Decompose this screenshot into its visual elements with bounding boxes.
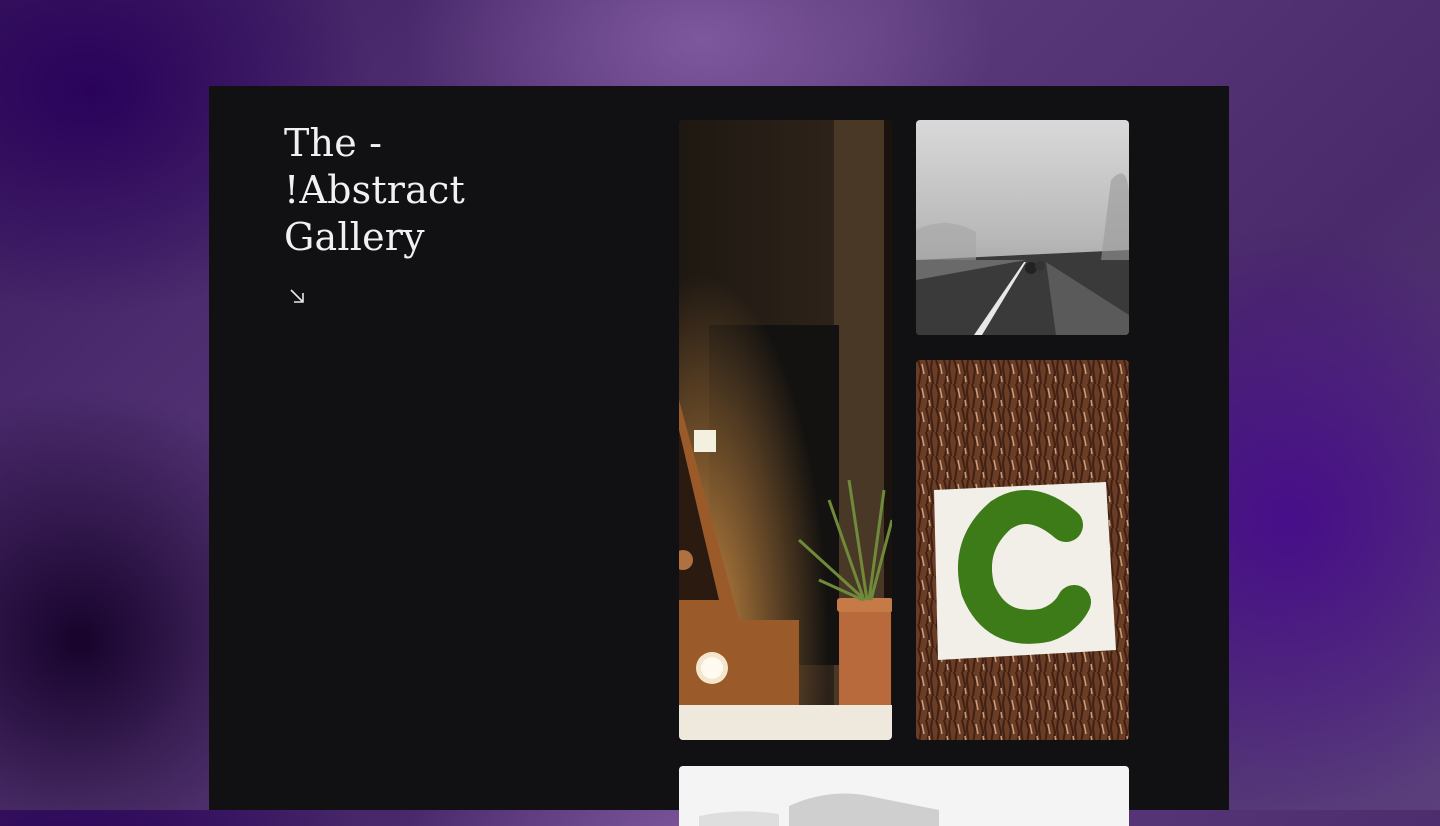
title-line-3: Gallery [284, 215, 425, 259]
photo-marquee-lamp[interactable] [679, 120, 892, 740]
marquee-lamp-image [679, 120, 892, 740]
photo-bark-letter-c[interactable] [916, 360, 1129, 740]
bark-letter-c-image [916, 360, 1129, 740]
misty-mountain-image [679, 766, 1129, 826]
title-line-1: The - [284, 121, 383, 165]
photo-foggy-road[interactable] [916, 120, 1129, 335]
gallery-panel: The - !Abstract Gallery [209, 86, 1229, 826]
gallery-title: The - !Abstract Gallery [284, 120, 564, 261]
arrow-down-right-icon[interactable] [287, 286, 309, 308]
photo-misty-mountain[interactable] [679, 766, 1129, 826]
foggy-road-image [916, 120, 1129, 335]
title-line-2: !Abstract [284, 168, 465, 212]
